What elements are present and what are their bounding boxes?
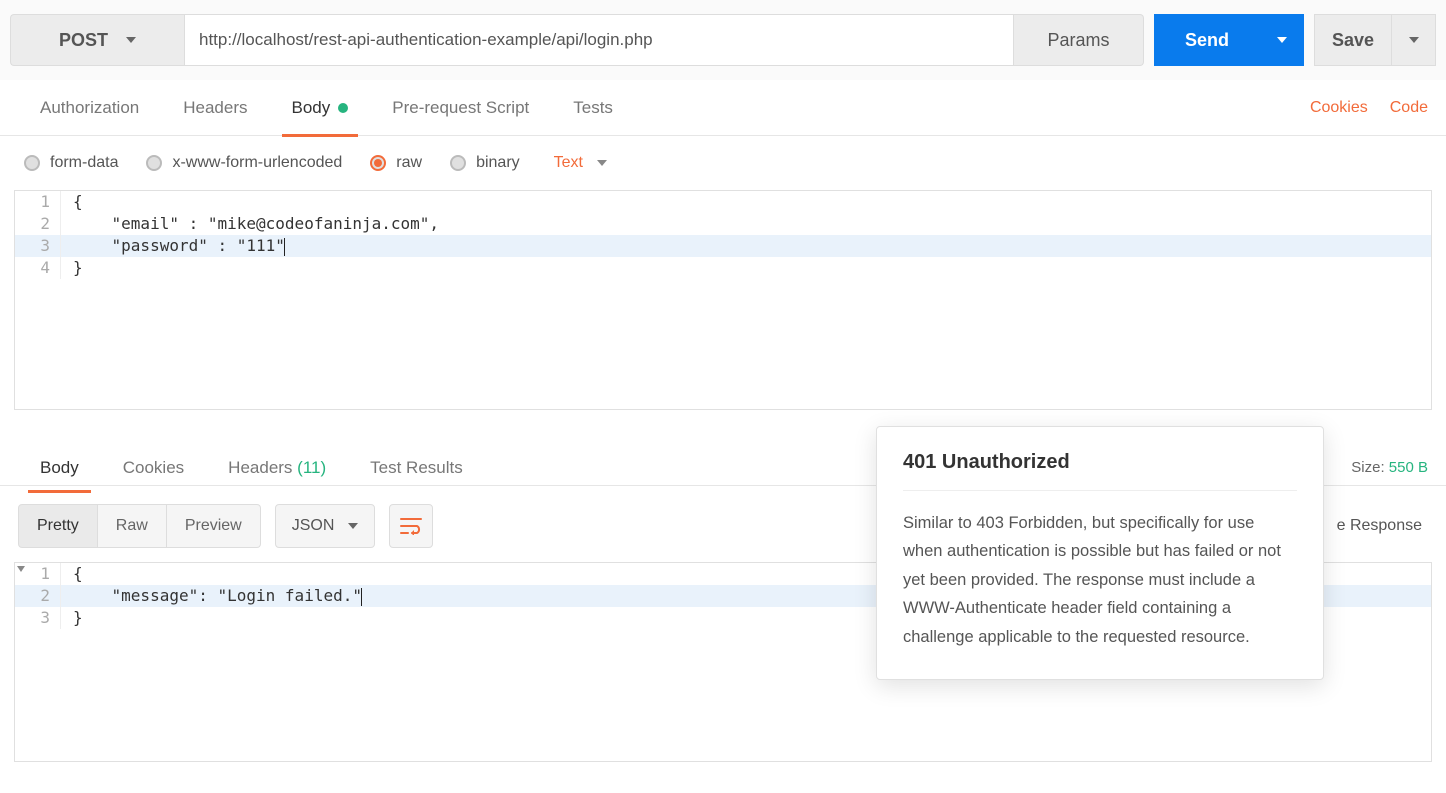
gutter: 3 [15,607,61,629]
tooltip-title: 401 Unauthorized [903,451,1297,474]
body-type-urlencoded[interactable]: x-www-form-urlencoded [146,154,342,172]
send-button[interactable]: Send [1154,14,1260,66]
save-response-button[interactable]: e Response [1337,517,1428,535]
wrap-lines-button[interactable] [389,504,433,548]
line-content: { [61,563,83,585]
tab-headers[interactable]: Headers [161,80,269,136]
request-tabs: Authorization Headers Body Pre-request S… [0,80,1446,136]
fold-icon[interactable] [17,566,25,572]
line-content: { [61,191,83,213]
gutter: 2 [15,585,61,607]
body-type-binary[interactable]: binary [450,154,520,172]
chevron-down-icon [597,160,607,166]
gutter: 1 [15,563,61,585]
code-line: 1{ [15,191,1431,213]
size-block: Size: 550 B [1351,459,1428,476]
body-type-label: binary [476,154,520,172]
code-line: 3 "password" : "111" [15,235,1431,257]
radio-icon [146,155,162,171]
content-type-select[interactable]: Text [554,154,607,172]
chevron-down-icon [348,523,358,529]
tab-prerequest-script[interactable]: Pre-request Script [370,80,551,136]
gutter: 4 [15,257,61,279]
radio-icon [450,155,466,171]
size-value: 550 B [1389,459,1428,476]
view-pretty-button[interactable]: Pretty [18,504,98,548]
content-type-value: Text [554,154,583,172]
response-tab-cookies[interactable]: Cookies [101,444,206,492]
response-tab-test-results[interactable]: Test Results [348,444,485,492]
save-dropdown-button[interactable] [1392,14,1436,66]
radio-icon [370,155,386,171]
tab-tests[interactable]: Tests [551,80,635,136]
response-headers-count: (11) [297,458,326,478]
send-dropdown-button[interactable] [1260,14,1304,66]
response-format-select[interactable]: JSON [275,504,376,548]
dirty-indicator-icon [338,103,348,113]
radio-icon [24,155,40,171]
http-method-value: POST [59,30,108,51]
view-raw-button[interactable]: Raw [98,504,167,548]
cookies-link[interactable]: Cookies [1310,99,1368,117]
size-label: Size: [1351,459,1384,476]
response-tab-headers-label: Headers [228,458,292,478]
gutter: 3 [15,235,61,257]
code-link[interactable]: Code [1390,99,1428,117]
response-tab-body[interactable]: Body [18,444,101,492]
body-type-label: raw [396,154,422,172]
line-content: } [61,607,83,629]
body-type-label: x-www-form-urlencoded [172,154,342,172]
line-content: "password" : "111" [61,235,285,257]
response-format-value: JSON [292,517,335,535]
chevron-down-icon [1277,37,1287,43]
response-tab-headers[interactable]: Headers (11) [206,444,348,492]
request-body-editor[interactable]: 1{2 "email" : "mike@codeofaninja.com",3 … [14,190,1432,410]
chevron-down-icon [1409,37,1419,43]
body-type-raw[interactable]: raw [370,154,422,172]
status-tooltip: 401 Unauthorized Similar to 403 Forbidde… [876,426,1324,680]
line-content: "message": "Login failed." [61,585,362,607]
view-preview-button[interactable]: Preview [167,504,261,548]
tab-body-label: Body [292,98,331,118]
http-method-select[interactable]: POST [10,14,184,66]
save-button[interactable]: Save [1314,14,1392,66]
line-content: } [61,257,83,279]
tab-authorization[interactable]: Authorization [18,80,161,136]
chevron-down-icon [126,37,136,43]
body-type-label: form-data [50,154,118,172]
request-right-links: Cookies Code [1310,99,1428,117]
code-line: 2 "email" : "mike@codeofaninja.com", [15,213,1431,235]
line-content: "email" : "mike@codeofaninja.com", [61,213,439,235]
body-type-form-data[interactable]: form-data [24,154,118,172]
gutter: 1 [15,191,61,213]
code-line: 4} [15,257,1431,279]
body-type-row: form-data x-www-form-urlencoded raw bina… [0,136,1446,190]
params-button[interactable]: Params [1014,14,1144,66]
request-bar: POST Params Send Save [0,0,1446,80]
divider [903,490,1297,491]
wrap-lines-icon [400,517,422,535]
tooltip-text: Similar to 403 Forbidden, but specifical… [903,509,1297,651]
tab-body[interactable]: Body [270,80,371,136]
gutter: 2 [15,213,61,235]
url-input[interactable] [184,14,1014,66]
